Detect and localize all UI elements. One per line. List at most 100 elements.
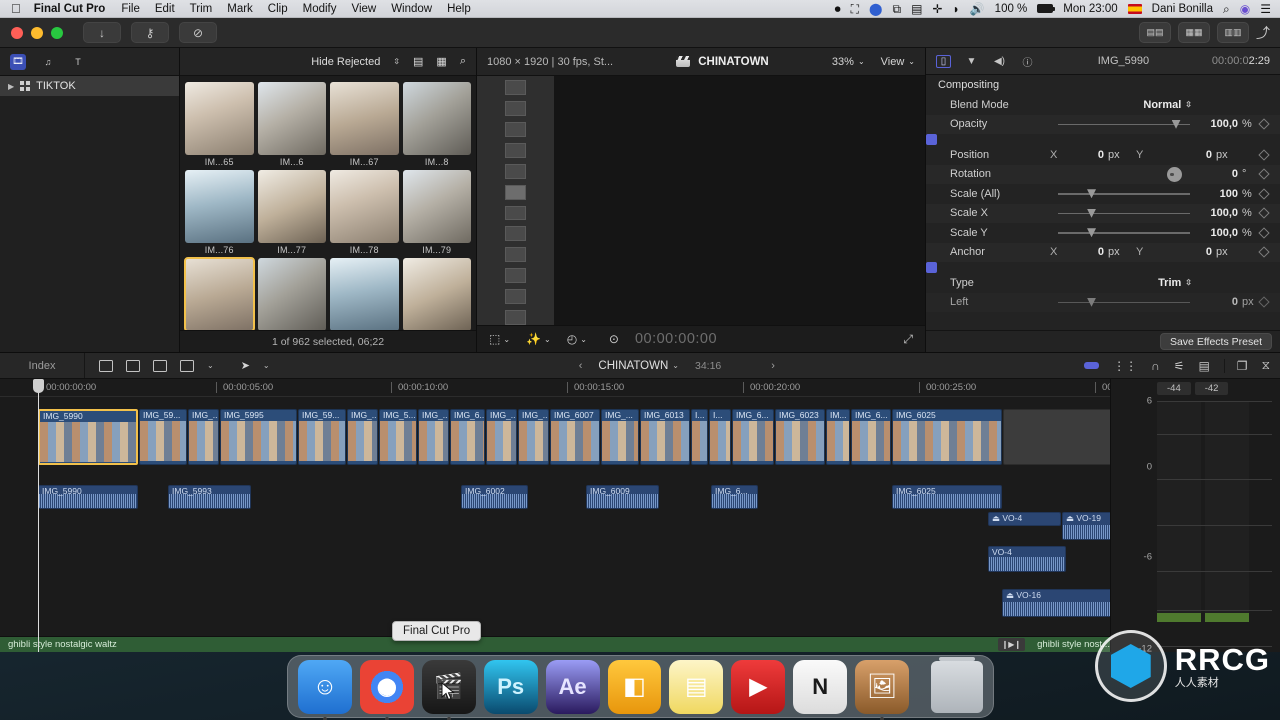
thumbnail-image[interactable] [185, 170, 254, 243]
thumbnail-image[interactable] [257, 170, 326, 243]
timeline-clip[interactable]: I... [691, 409, 708, 465]
browser-thumbnail-item[interactable]: IM...79 [402, 170, 471, 255]
browser-thumbnail-item[interactable]: IM...65 [185, 82, 254, 167]
sidebar-item-tiktok[interactable]: ▶ TIKTOK [0, 76, 179, 96]
viewer-timecode[interactable]: 00:00:00:00 [635, 331, 717, 347]
overwrite-icon[interactable] [153, 359, 167, 372]
timeline-audio-clip[interactable]: IMG_6025 [892, 485, 1002, 509]
music-track[interactable]: ghibli style nostalgic waltz ❙▶❙ ghibli … [0, 636, 1110, 652]
user-name[interactable]: Dani Bonilla [1152, 3, 1213, 15]
timeline-clip[interactable]: IMG_5990 [38, 409, 138, 465]
menu-item-file[interactable]: File [121, 3, 140, 15]
viewer-view-menu[interactable]: View [881, 56, 905, 68]
timeline-index-button[interactable]: Index [0, 360, 84, 372]
append-icon[interactable] [126, 359, 140, 372]
thumbnail-image[interactable] [330, 82, 399, 155]
menu-item-edit[interactable]: Edit [155, 3, 175, 15]
fullscreen-toggle-icon[interactable]: ⧖ [1262, 358, 1270, 373]
timeline-clip[interactable]: IM... [826, 409, 850, 465]
timeline-clip[interactable]: I... [709, 409, 731, 465]
row-crop-type[interactable]: Type Trim ⇳ [926, 273, 1280, 293]
position-x-value[interactable]: 0 [1064, 149, 1104, 161]
enhancements-icon[interactable]: ✨ ⌄ [526, 332, 551, 346]
browser-thumbnail-item[interactable]: IM...76 [185, 170, 254, 255]
background-tasks-button[interactable]: ⊘ [179, 22, 217, 43]
next-project-icon[interactable]: › [771, 360, 775, 372]
timeline-clip[interactable]: IMG_... [418, 409, 449, 465]
row-position[interactable]: Position X 0 px Y 0 px [926, 145, 1280, 165]
dollar-icon[interactable]: ⧉ [892, 3, 901, 15]
row-scale-x[interactable]: Scale X 100,0 % [926, 203, 1280, 223]
inspector-layout-group[interactable]: ▥▥ [1217, 22, 1249, 43]
timeline-clip[interactable]: IMG_6... [851, 409, 891, 465]
chevron-down-icon[interactable]: ⌄ [858, 57, 865, 66]
menu-app-name[interactable]: Final Cut Pro [34, 3, 106, 15]
timeline-clip[interactable]: IMG_59... [298, 409, 346, 465]
chevron-down-icon-2[interactable]: ⌄ [908, 57, 915, 66]
hide-rejected-menu[interactable]: Hide Rejected [311, 56, 380, 68]
keyframe-button-anchor[interactable] [1258, 246, 1270, 258]
minimize-button[interactable] [31, 26, 43, 39]
layout-toggle-group[interactable]: ▤▤ [1139, 22, 1171, 43]
row-rotation[interactable]: Rotation 0 ° [926, 164, 1280, 184]
menu-item-modify[interactable]: Modify [303, 3, 337, 15]
thumbnail-image[interactable] [185, 82, 254, 155]
browser-thumbnail-item[interactable] [402, 258, 471, 330]
keyframe-button-scale-y[interactable] [1258, 227, 1270, 239]
close-button[interactable] [11, 26, 23, 39]
crop-left-value[interactable]: 0 [1198, 296, 1238, 308]
search-icon[interactable]: ⌕ [1223, 3, 1230, 15]
browser-thumbnail-item[interactable]: IM...8 [402, 82, 471, 167]
filmstrip-icon[interactable]: ▤ [1198, 359, 1209, 373]
save-effects-preset-button[interactable]: Save Effects Preset [1159, 333, 1272, 350]
timeline-clip[interactable]: IMG_5995 [220, 409, 297, 465]
menu-item-mark[interactable]: Mark [227, 3, 253, 15]
insert-icon[interactable] [99, 359, 113, 372]
thumbnail-image[interactable] [402, 82, 471, 155]
timeline-clip[interactable]: IMG_59... [139, 409, 187, 465]
timeline-clip[interactable]: IMG_6025 [892, 409, 1002, 465]
fullscreen-icon[interactable]: ⤢ [903, 332, 913, 347]
audio-tab[interactable]: ◀) [992, 55, 1007, 68]
list-view-icon[interactable]: ▤ [413, 55, 423, 68]
row-anchor[interactable]: Anchor X 0 px Y 0 px [926, 242, 1280, 262]
scale-x-value[interactable]: 100,0 [1198, 207, 1238, 219]
opacity-slider[interactable] [1058, 118, 1190, 130]
connect-icon[interactable] [180, 359, 194, 372]
timeline-clip[interactable]: IMG_6... [732, 409, 774, 465]
anchor-y-value[interactable]: 0 [1150, 246, 1212, 258]
menu-item-trim[interactable]: Trim [190, 3, 213, 15]
scale-x-slider[interactable] [1058, 207, 1190, 219]
audio-waveform-icon[interactable]: ⋮⋮ [1113, 359, 1137, 373]
position-y-value[interactable]: 0 [1150, 149, 1212, 161]
timeline-audio-clip[interactable]: IMG_6002 [461, 485, 528, 509]
keyframe-button-scale-x[interactable] [1258, 207, 1270, 219]
project-chevron-icon[interactable]: ⌄ [672, 361, 679, 370]
crop-left-slider[interactable] [1058, 296, 1190, 308]
timeline-clip[interactable]: IMG_6... [450, 409, 485, 465]
scale-y-value[interactable]: 100,0 [1198, 227, 1238, 239]
timeline-clip[interactable]: IMG_... [347, 409, 378, 465]
flag-icon[interactable] [1127, 3, 1142, 14]
rotation-value[interactable]: 0 [1182, 168, 1238, 180]
thumbnail-image[interactable] [257, 258, 326, 330]
adjust-icon[interactable]: ⚟ [1174, 359, 1185, 373]
scale-all-slider[interactable] [1058, 188, 1190, 200]
clock[interactable]: Mon 23:00 [1063, 3, 1117, 15]
thumbnail-image[interactable] [330, 258, 399, 330]
row-crop-left[interactable]: Left 0 px [926, 292, 1280, 312]
color-pill-icon[interactable] [1084, 362, 1100, 369]
blend-mode-popup[interactable]: Normal ⇳ [1143, 99, 1192, 111]
timeline-clip[interactable]: IMG_... [518, 409, 549, 465]
record-icon[interactable]: ⏺ [835, 3, 841, 15]
menu-item-clip[interactable]: Clip [268, 3, 288, 15]
thumbnail-image[interactable] [402, 258, 471, 330]
timeline-audio-clip[interactable]: IMG_5990 [38, 485, 138, 509]
wifi-icon[interactable]: ◗ [952, 3, 959, 15]
siri-icon[interactable]: ◉ [1240, 3, 1250, 15]
thumbnail-image[interactable] [402, 170, 471, 243]
dock-item-photoshop[interactable]: Ps [483, 659, 538, 714]
browser-thumbnail-item[interactable]: IM...77 [257, 170, 326, 255]
row-opacity[interactable]: Opacity 100,0 % [926, 114, 1280, 134]
music-icon[interactable]: ♫ [40, 54, 56, 70]
